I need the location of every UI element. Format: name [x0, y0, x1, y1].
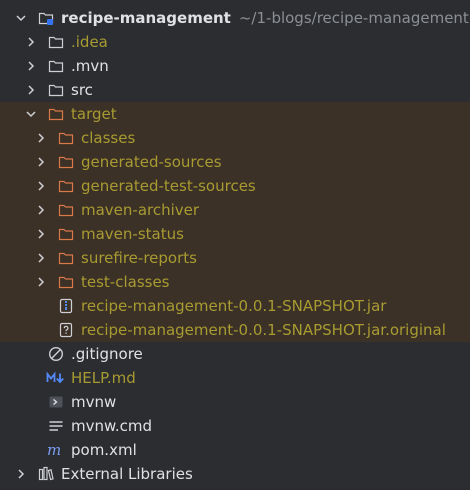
- tree-item-external-libraries[interactable]: External Libraries: [0, 462, 470, 486]
- project-root-label: recipe-management ~/1-blogs/recipe-manage…: [61, 6, 469, 30]
- tree-item-target[interactable]: target: [0, 102, 470, 126]
- chevron-right-icon[interactable]: [34, 222, 48, 246]
- project-tree: recipe-management ~/1-blogs/recipe-manage…: [0, 6, 470, 486]
- tree-item-label: HELP.md: [71, 369, 136, 387]
- tree-item-label: mvnw.cmd: [71, 417, 153, 435]
- project-name: recipe-management: [61, 9, 231, 27]
- tree-item-label: .gitignore: [71, 345, 143, 363]
- excluded-folder-icon: [58, 250, 74, 266]
- tree-item-label: test-classes: [81, 273, 170, 291]
- text-file-icon: [48, 418, 64, 434]
- library-icon: [38, 466, 54, 482]
- tree-item-label: .idea: [71, 33, 108, 51]
- tree-item-gitignore[interactable]: .gitignore: [0, 342, 470, 366]
- tree-item-label: src: [71, 81, 93, 99]
- tree-item-label: recipe-management-0.0.1-SNAPSHOT.jar.ori…: [81, 321, 446, 339]
- tree-item-label: target: [71, 105, 117, 123]
- chevron-right-icon[interactable]: [34, 270, 48, 294]
- chevron-right-icon[interactable]: [34, 126, 48, 150]
- tree-item-pom-xml[interactable]: m pom.xml: [0, 438, 470, 462]
- excluded-folder-icon: [58, 274, 74, 290]
- tree-item-maven-archiver[interactable]: maven-archiver: [0, 198, 470, 222]
- excluded-folder-icon: [58, 226, 74, 242]
- tree-item-mvnw-cmd[interactable]: mvnw.cmd: [0, 414, 470, 438]
- tree-item-help-md[interactable]: HELP.md: [0, 366, 470, 390]
- tree-item-label: .mvn: [71, 57, 109, 75]
- chevron-right-icon[interactable]: [24, 54, 38, 78]
- svg-text:m: m: [47, 442, 61, 458]
- chevron-right-icon[interactable]: [34, 150, 48, 174]
- unknown-file-icon: [58, 322, 74, 338]
- tree-item-test-classes[interactable]: test-classes: [0, 270, 470, 294]
- gitignore-icon: [48, 346, 64, 362]
- module-folder-icon: [38, 10, 54, 26]
- tree-item-mvn[interactable]: .mvn: [0, 54, 470, 78]
- folder-icon: [48, 58, 64, 74]
- tree-item-label: generated-test-sources: [81, 177, 256, 195]
- tree-item-label: maven-archiver: [81, 201, 200, 219]
- chevron-down-icon[interactable]: [14, 6, 28, 30]
- chevron-right-icon[interactable]: [34, 246, 48, 270]
- markdown-icon: [46, 370, 66, 386]
- tree-item-mvnw[interactable]: mvnw: [0, 390, 470, 414]
- shell-script-icon: [48, 394, 64, 410]
- excluded-folder-icon: [48, 106, 64, 122]
- chevron-right-icon[interactable]: [34, 198, 48, 222]
- excluded-folder-icon: [58, 130, 74, 146]
- chevron-right-icon[interactable]: [24, 30, 38, 54]
- maven-icon: m: [46, 442, 66, 458]
- tree-item-label: surefire-reports: [81, 249, 197, 267]
- tree-item-jar-original-file[interactable]: recipe-management-0.0.1-SNAPSHOT.jar.ori…: [0, 318, 470, 342]
- tree-item-label: External Libraries: [61, 465, 193, 483]
- excluded-folder-icon: [58, 202, 74, 218]
- folder-icon: [48, 34, 64, 50]
- tree-item-generated-sources[interactable]: generated-sources: [0, 150, 470, 174]
- tree-item-idea[interactable]: .idea: [0, 30, 470, 54]
- excluded-folder-icon: [58, 178, 74, 194]
- tree-item-classes[interactable]: classes: [0, 126, 470, 150]
- excluded-folder-icon: [58, 154, 74, 170]
- tree-item-src[interactable]: src: [0, 78, 470, 102]
- tree-item-label: maven-status: [81, 225, 184, 243]
- tree-item-jar-file[interactable]: recipe-management-0.0.1-SNAPSHOT.jar: [0, 294, 470, 318]
- tree-item-label: recipe-management-0.0.1-SNAPSHOT.jar: [81, 297, 387, 315]
- folder-icon: [48, 82, 64, 98]
- chevron-right-icon[interactable]: [24, 78, 38, 102]
- chevron-down-icon[interactable]: [24, 102, 38, 126]
- tree-root-row[interactable]: recipe-management ~/1-blogs/recipe-manage…: [0, 6, 470, 30]
- chevron-right-icon[interactable]: [14, 462, 28, 486]
- project-path: ~/1-blogs/recipe-management: [238, 9, 469, 27]
- tree-item-label: mvnw: [71, 393, 117, 411]
- jar-archive-icon: [58, 298, 74, 314]
- chevron-right-icon[interactable]: [34, 174, 48, 198]
- tree-item-label: pom.xml: [71, 441, 137, 459]
- tree-item-label: classes: [81, 129, 136, 147]
- tree-item-surefire-reports[interactable]: surefire-reports: [0, 246, 470, 270]
- tree-item-label: generated-sources: [81, 153, 222, 171]
- tree-item-maven-status[interactable]: maven-status: [0, 222, 470, 246]
- tree-item-generated-test-sources[interactable]: generated-test-sources: [0, 174, 470, 198]
